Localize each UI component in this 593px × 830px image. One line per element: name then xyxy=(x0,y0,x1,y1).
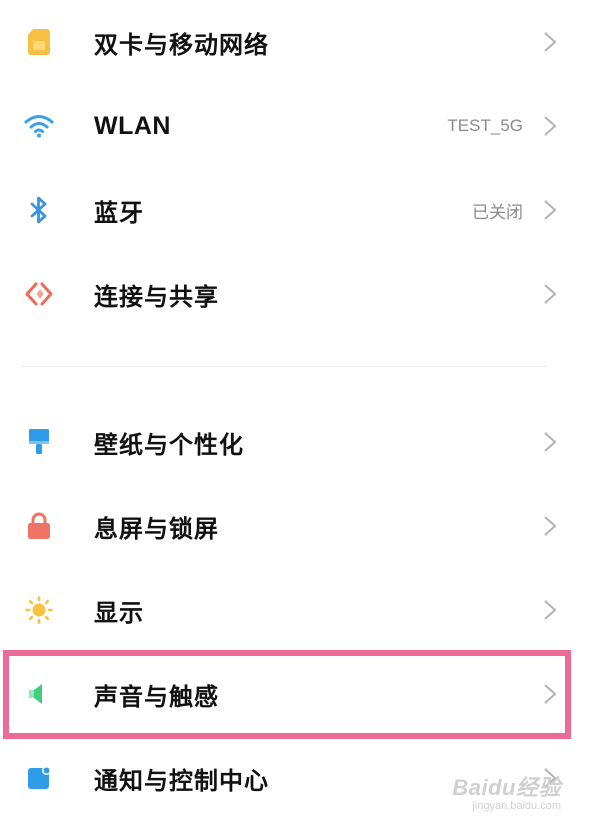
connection-sharing-icon xyxy=(22,277,56,311)
settings-item-label: 壁纸与个性化 xyxy=(94,430,244,459)
settings-item-lock-screen[interactable]: 息屏与锁屏 xyxy=(0,484,593,568)
chevron-right-icon xyxy=(544,32,557,52)
sun-icon xyxy=(22,593,56,627)
settings-item-wlan[interactable]: WLAN TEST_5G xyxy=(0,84,593,168)
settings-item-sound[interactable]: 声音与触感 xyxy=(0,652,593,736)
sim-card-icon xyxy=(22,25,56,59)
settings-item-dual-sim[interactable]: 双卡与移动网络 xyxy=(0,0,593,84)
settings-item-label: 连接与共享 xyxy=(94,282,219,311)
settings-item-label: WLAN xyxy=(94,111,171,140)
chevron-right-icon xyxy=(544,768,557,788)
chevron-right-icon xyxy=(544,200,557,220)
chevron-right-icon xyxy=(544,432,557,452)
bluetooth-status: 已关闭 xyxy=(472,202,523,222)
settings-item-label: 双卡与移动网络 xyxy=(94,30,269,59)
settings-item-label: 显示 xyxy=(94,598,144,627)
chevron-right-icon xyxy=(544,600,557,620)
section-divider xyxy=(22,366,547,367)
speaker-icon xyxy=(22,677,56,711)
wlan-network-name: TEST_5G xyxy=(447,116,523,135)
chevron-right-icon xyxy=(544,684,557,704)
paint-brush-icon xyxy=(22,425,56,459)
chevron-right-icon xyxy=(544,284,557,304)
settings-item-connection-sharing[interactable]: 连接与共享 xyxy=(0,252,593,336)
settings-item-notifications[interactable]: 通知与控制中心 xyxy=(0,736,593,820)
settings-item-wallpaper[interactable]: 壁纸与个性化 xyxy=(0,400,593,484)
lock-icon xyxy=(22,509,56,543)
settings-item-display[interactable]: 显示 xyxy=(0,568,593,652)
settings-item-label: 蓝牙 xyxy=(94,198,144,227)
settings-item-label: 通知与控制中心 xyxy=(94,766,269,795)
settings-item-label: 声音与触感 xyxy=(94,682,219,711)
chevron-right-icon xyxy=(544,116,557,136)
wifi-icon xyxy=(22,109,56,143)
notification-icon xyxy=(22,761,56,795)
settings-item-bluetooth[interactable]: 蓝牙 已关闭 xyxy=(0,168,593,252)
settings-item-label: 息屏与锁屏 xyxy=(94,514,219,543)
bluetooth-icon xyxy=(22,193,56,227)
chevron-right-icon xyxy=(544,516,557,536)
